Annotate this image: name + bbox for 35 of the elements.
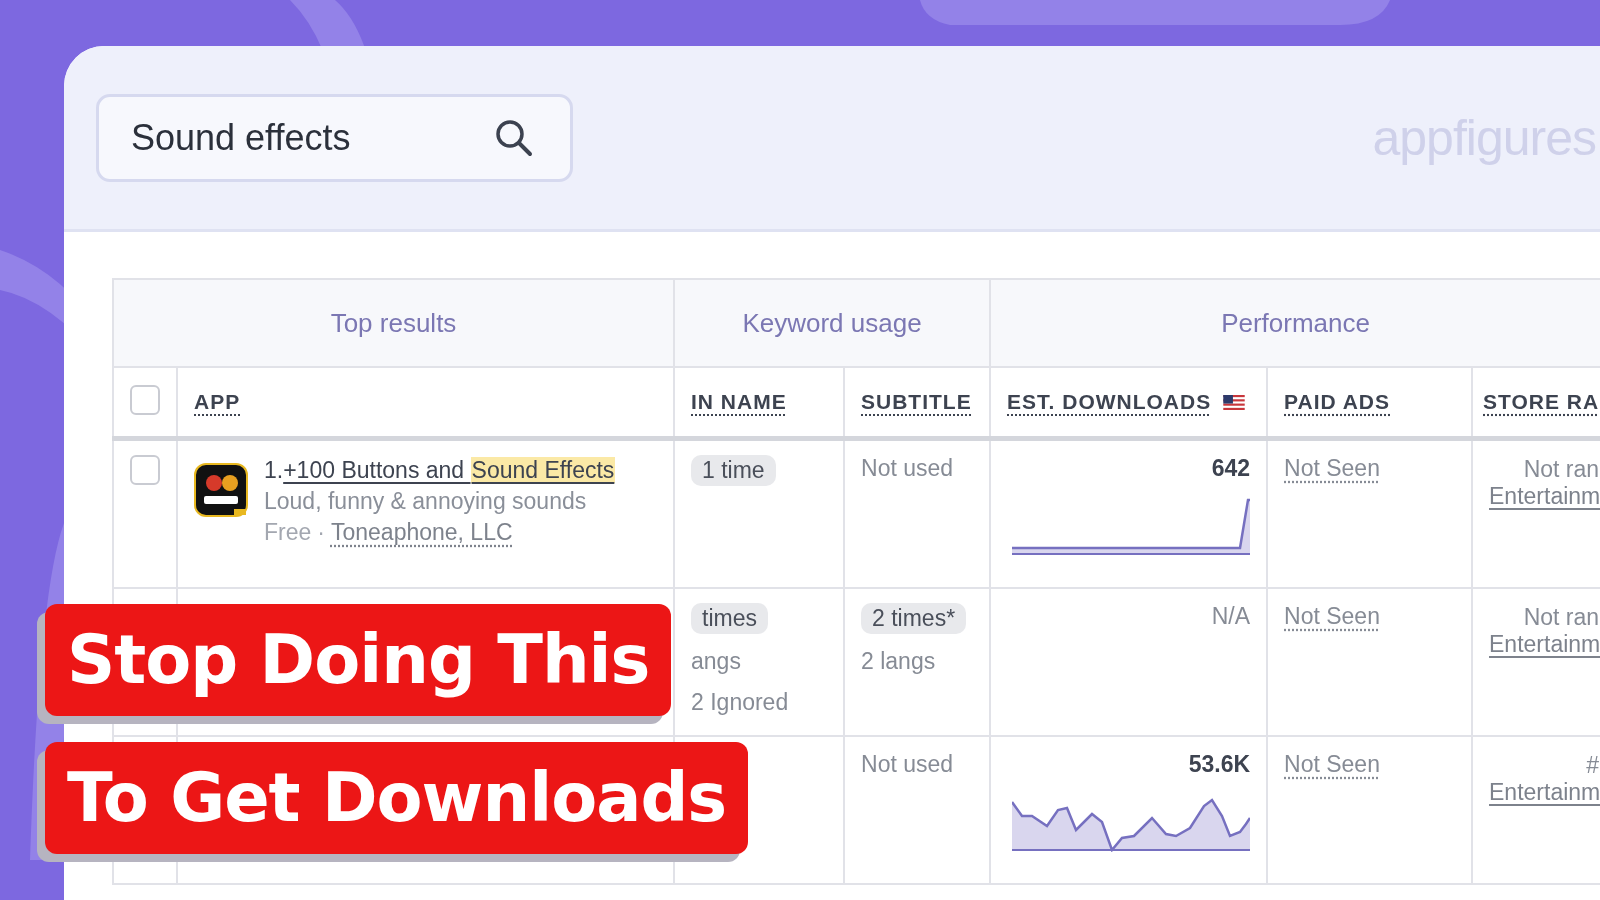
group-header: Top results bbox=[330, 307, 457, 338]
app-title-link[interactable]: +100 Buttons and Sound Effects bbox=[283, 457, 616, 483]
price: Free bbox=[264, 519, 312, 545]
group-header: Keyword usage bbox=[742, 307, 922, 338]
store-rank: Not ran bbox=[1522, 455, 1600, 483]
column-header[interactable]: IN NAME bbox=[691, 390, 787, 413]
usage-note: angs bbox=[691, 648, 742, 675]
usage-note: 2 Ignored bbox=[691, 689, 790, 716]
developer-link[interactable]: Toneaphone, LLC bbox=[330, 519, 513, 545]
usage-count: 1 time bbox=[691, 455, 776, 486]
column-header[interactable]: PAID ADS bbox=[1284, 390, 1391, 413]
group-header: Performance bbox=[1221, 307, 1370, 338]
flag-icon bbox=[1223, 395, 1246, 410]
app-title: 1.+100 Buttons and Sound Effects bbox=[264, 456, 616, 485]
downloads-value: 53.6K bbox=[1187, 751, 1251, 778]
store-rank: # bbox=[1585, 751, 1600, 779]
downloads-value: N/A bbox=[1210, 603, 1251, 630]
usage-status: Not used bbox=[861, 455, 954, 481]
search-icon bbox=[494, 117, 534, 158]
search-field[interactable]: Sound effects bbox=[96, 93, 573, 182]
separator: · bbox=[317, 519, 325, 545]
usage-count: times bbox=[691, 603, 768, 634]
category-link[interactable]: Entertainm bbox=[1489, 779, 1600, 806]
app-subtitle: Loud, funny & annoying sounds bbox=[264, 487, 588, 516]
category-link[interactable]: Entertainm bbox=[1489, 631, 1600, 658]
select-all-checkbox[interactable] bbox=[130, 385, 160, 415]
column-header[interactable]: APP bbox=[194, 390, 241, 413]
usage-count: 2 times* bbox=[861, 603, 967, 634]
app-icon bbox=[194, 463, 248, 517]
category-link[interactable]: Entertainm bbox=[1489, 483, 1600, 510]
store-rank: Not ran bbox=[1522, 603, 1600, 631]
row-checkbox[interactable] bbox=[130, 455, 160, 485]
usage-note: 2 langs bbox=[861, 648, 937, 675]
usage-status: Not used bbox=[861, 751, 954, 777]
downloads-value: 642 bbox=[1210, 455, 1251, 482]
